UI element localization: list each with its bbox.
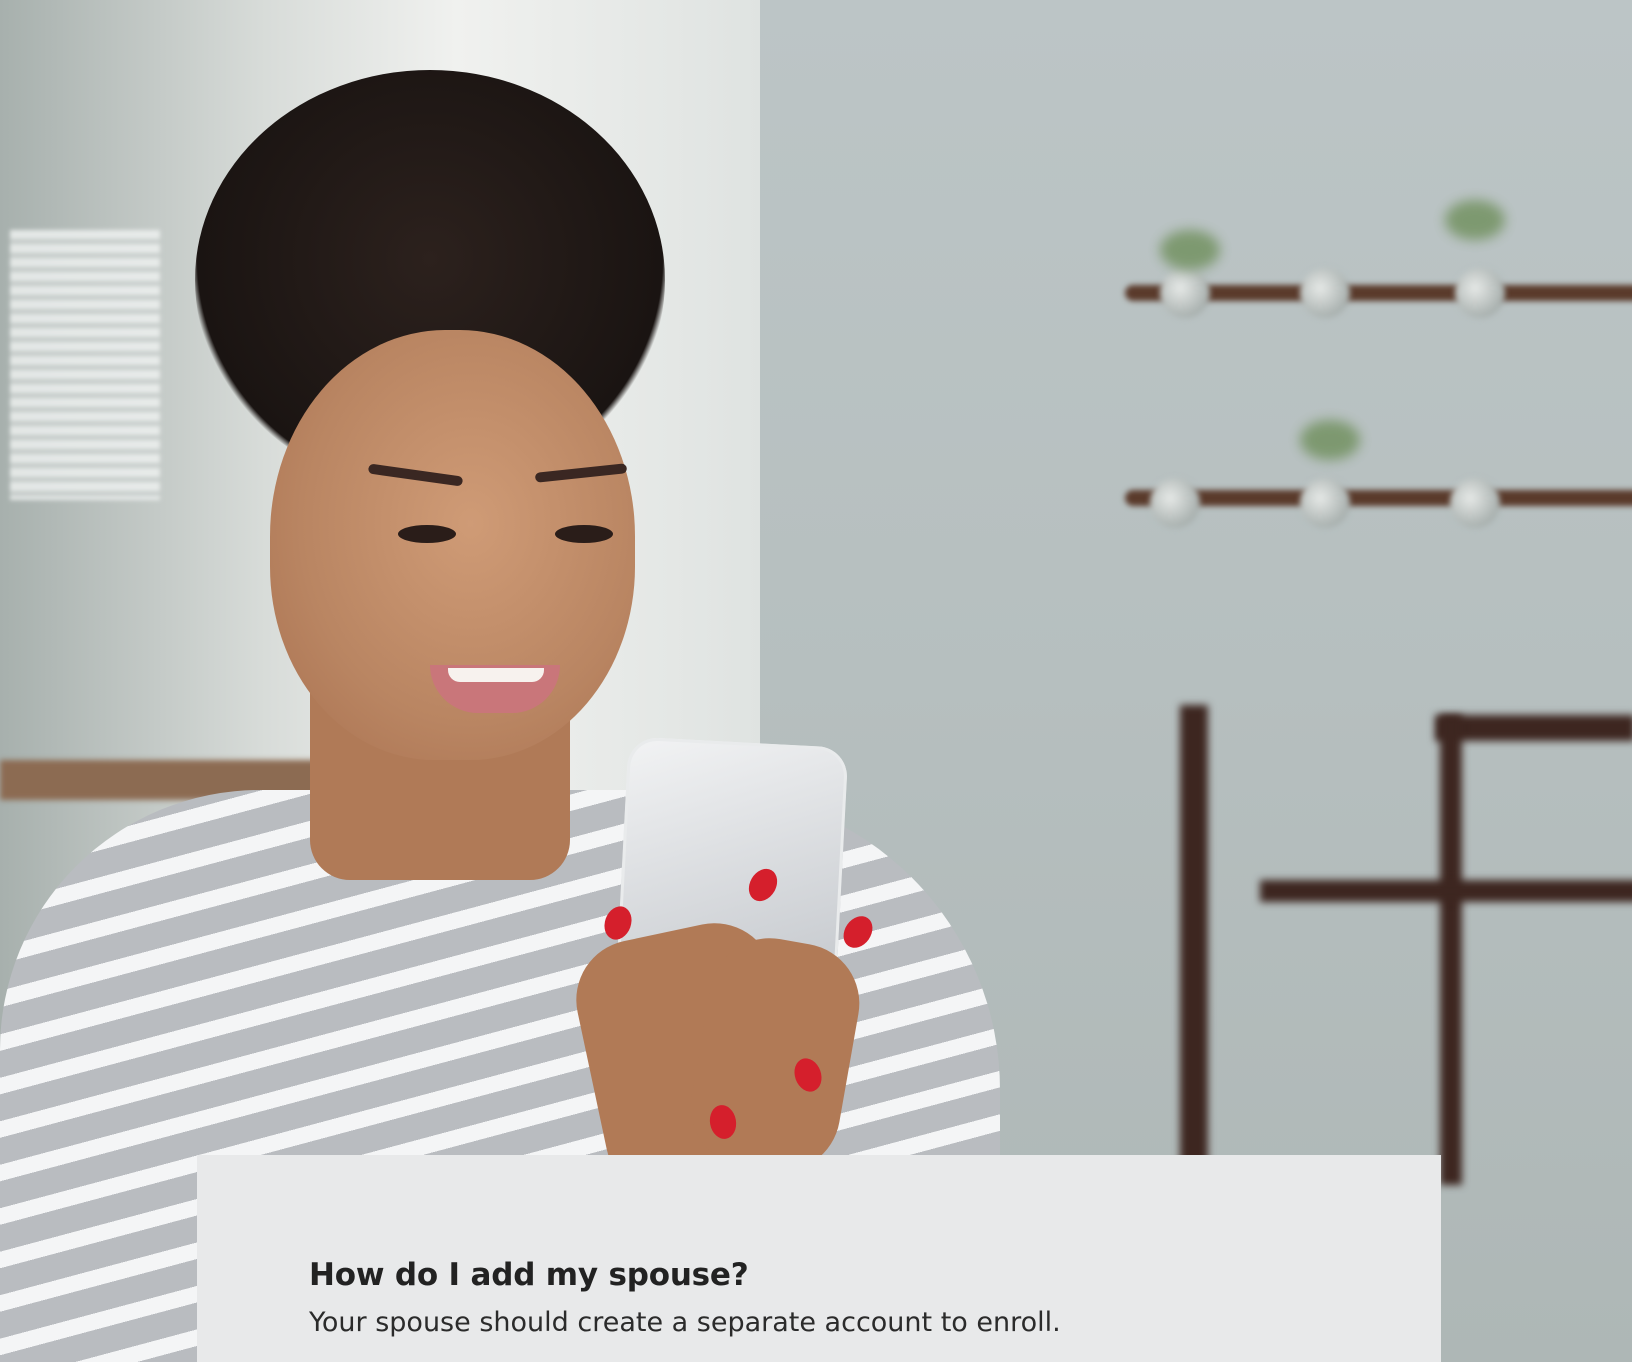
plant-pot	[1300, 268, 1350, 318]
teeth	[448, 668, 544, 682]
plant-leaves	[1300, 420, 1360, 460]
table-edge	[1260, 880, 1632, 902]
eye-left	[398, 525, 456, 543]
eye-right	[555, 525, 613, 543]
plant-pot	[1455, 268, 1505, 318]
chair-back-post	[1180, 705, 1208, 1165]
faq-answer: Your spouse should create a separate acc…	[309, 1307, 1061, 1338]
plant-pot	[1150, 478, 1200, 528]
plant-pot	[1300, 478, 1350, 528]
faq-card: How do I add my spouse? Your spouse shou…	[197, 1155, 1441, 1362]
chair-post	[1440, 715, 1462, 1185]
faq-question: How do I add my spouse?	[309, 1257, 749, 1293]
page: How do I add my spouse? Your spouse shou…	[0, 0, 1632, 1362]
plant-leaves	[1160, 230, 1220, 270]
plant-pot	[1450, 478, 1500, 528]
wall-shelf-bottom	[1125, 490, 1632, 506]
chair-top-rail	[1435, 715, 1632, 741]
plant-leaves	[1445, 200, 1505, 240]
plant-pot	[1160, 268, 1210, 318]
